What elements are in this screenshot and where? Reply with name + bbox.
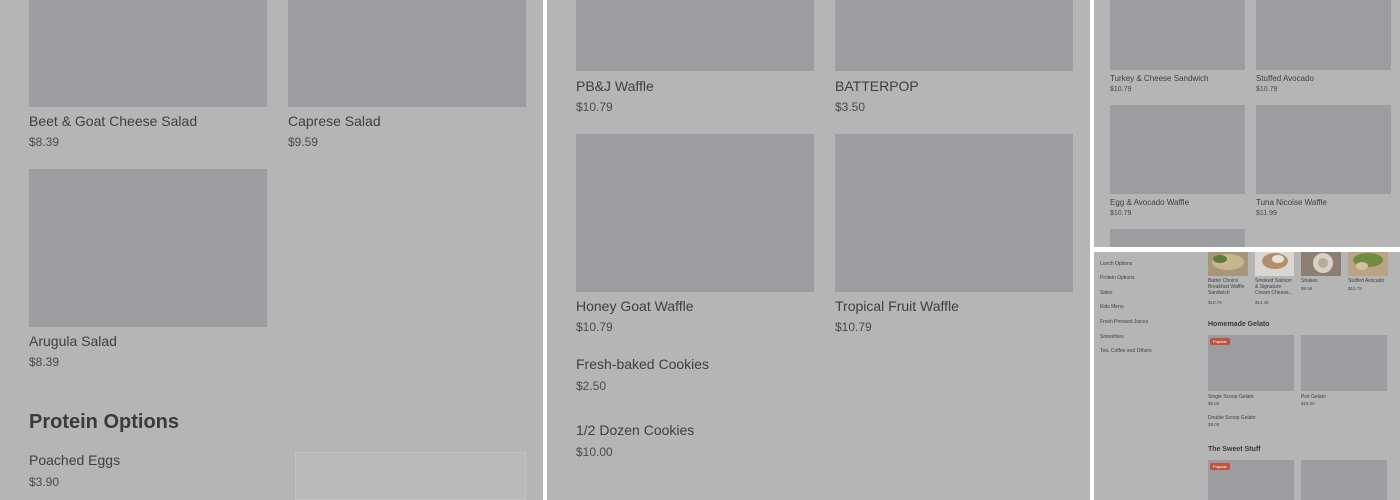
popular-badge: Popular [1210,463,1230,470]
item-name[interactable]: BATTERPOP [835,78,919,94]
menu-panel-sandwiches: Turkey & Cheese Sandwich $10.79 Stuffed … [1094,0,1400,247]
item-price: $6.00 [1208,401,1220,406]
item-image[interactable] [1110,0,1245,70]
item-image[interactable] [576,0,814,71]
item-name[interactable]: Smoked Salmon & Signature Cream Cheese..… [1255,278,1295,296]
sidebar-item-fresh-pressed-juices[interactable]: Fresh Pressed Juices [1100,319,1148,325]
item-photo[interactable] [1348,252,1388,276]
sidebar-item-smoothies[interactable]: Smoothies [1100,334,1124,340]
item-name[interactable]: Fresh-baked Cookies [576,356,709,372]
item-name[interactable]: Stuffed Avocado [1348,278,1393,284]
item-name[interactable]: Egg & Avocado Waffle [1110,198,1189,207]
item-price: $3.50 [835,100,866,114]
item-price: $9.59 [1301,286,1313,291]
item-price: $10.79 [835,320,872,334]
item-price: $14.39 [1255,300,1269,305]
item-image[interactable] [29,0,267,107]
item-price: $3.90 [29,475,60,489]
item-price: $10.79 [1208,300,1222,305]
sidebar-item-protein-options[interactable]: Protein Options [1100,275,1134,281]
item-name[interactable]: Beet & Goat Cheese Salad [29,113,197,129]
item-price: $9.59 [288,135,319,149]
item-price: $10.00 [576,445,613,459]
section-title: Homemade Gelato [1208,321,1270,328]
item-name[interactable]: Batter Choice Breakfast Waffle Sandwich [1208,278,1248,296]
popular-badge: Popular [1210,338,1230,345]
item-name[interactable]: Turkey & Cheese Sandwich [1110,74,1208,83]
item-name[interactable]: Caprese Salad [288,113,381,129]
item-name[interactable]: 1/2 Dozen Cookies [576,422,694,438]
item-image[interactable] [835,134,1073,292]
item-price: $10.79 [1256,86,1278,93]
menu-panel-salads: Beet & Goat Cheese Salad $8.39 Caprese S… [0,0,543,500]
item-price: $9.00 [1208,422,1220,427]
item-price: $10.79 [1110,210,1132,217]
screenshot-collage: Beet & Goat Cheese Salad $8.39 Caprese S… [0,0,1400,500]
item-image[interactable] [1110,105,1245,194]
item-price: $2.50 [576,379,607,393]
item-image[interactable] [295,452,526,500]
item-photo[interactable] [1255,252,1294,276]
item-price: $8.39 [29,135,60,149]
item-image[interactable] [576,134,814,292]
item-name[interactable]: Stuffed Avocado [1256,74,1314,83]
item-name[interactable]: Honey Goat Waffle [576,298,694,314]
item-image[interactable] [1256,105,1391,194]
section-title: Protein Options [29,411,179,433]
item-image[interactable] [1301,460,1387,500]
item-name[interactable]: PB&J Waffle [576,78,654,94]
menu-panel-waffles: PB&J Waffle $10.79 BATTERPOP $3.50 Honey… [547,0,1090,500]
item-name[interactable]: Arugula Salad [29,333,117,349]
item-image[interactable] [288,0,526,107]
item-name[interactable]: Single Scoop Gelato [1208,394,1254,400]
item-name[interactable]: Double Scoop Gelato [1208,415,1256,421]
item-photo[interactable] [1208,252,1248,276]
item-price: $18.00 [1301,401,1315,406]
menu-panel-overview: Lunch Options Protein Options Sides Kids… [1094,252,1400,500]
item-image[interactable] [1301,335,1387,391]
item-name[interactable]: Shakes [1301,278,1341,284]
sidebar-item-tea-coffee[interactable]: Tea, Coffee and Others [1100,348,1152,354]
item-image[interactable] [29,169,267,327]
item-price: $8.39 [29,355,60,369]
item-price: $11.99 [1256,210,1277,217]
sidebar-item-lunch-options[interactable]: Lunch Options [1100,261,1132,267]
item-image[interactable] [1256,0,1391,70]
item-price: $10.79 [1110,86,1132,93]
sidebar-item-kids-menu[interactable]: Kids Menu [1100,304,1124,310]
section-title: The Sweet Stuff [1208,446,1261,453]
item-name[interactable]: Tropical Fruit Waffle [835,298,959,314]
item-price: $10.79 [576,100,613,114]
item-price: $10.79 [576,320,613,334]
item-name[interactable]: Pint Gelato [1301,394,1326,400]
item-name[interactable]: Tuna Nicoise Waffle [1256,198,1327,207]
item-price: $10.79 [1348,286,1362,291]
item-image[interactable] [835,0,1073,71]
item-image[interactable] [1110,229,1245,247]
item-name[interactable]: Poached Eggs [29,452,120,468]
sidebar-item-sides[interactable]: Sides [1100,290,1113,296]
item-photo[interactable] [1301,252,1341,276]
